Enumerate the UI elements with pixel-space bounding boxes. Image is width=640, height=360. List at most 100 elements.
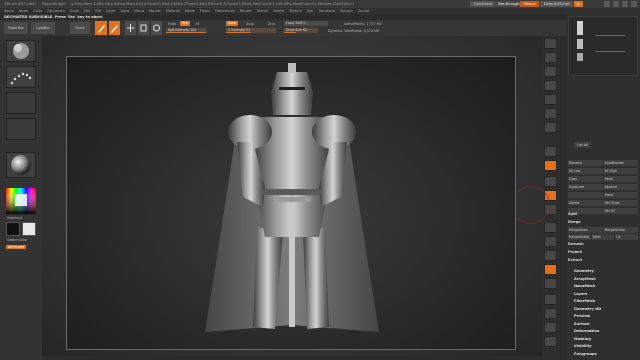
shelf-button-local[interactable] <box>544 160 557 171</box>
scale-button[interactable] <box>138 21 149 35</box>
menu-item-document[interactable]: Document <box>47 9 65 13</box>
uv-button[interactable]: Uv <box>615 234 639 240</box>
subtool-button[interactable]: Delete <box>568 200 603 206</box>
project-header[interactable]: Project <box>568 250 638 254</box>
minimize-icon[interactable] <box>613 1 619 7</box>
merge-header[interactable]: Merge <box>568 220 638 224</box>
subtool-button[interactable] <box>568 192 603 198</box>
shelf-button-lsym[interactable] <box>544 176 557 187</box>
document-viewport[interactable] <box>42 36 542 356</box>
menu-item-zscript[interactable]: Zscript <box>358 9 370 13</box>
tool-section-polygroups[interactable]: Polygroups <box>574 351 640 359</box>
menu-item-light[interactable]: Light <box>120 9 128 13</box>
shelf-button-aahalf[interactable] <box>544 108 557 119</box>
subtool-button[interactable]: Paste <box>603 176 638 182</box>
tool-section-geometry[interactable]: Geometry <box>574 268 640 276</box>
subtool-button[interactable]: Duplicate <box>568 184 603 190</box>
secondary-color-swatch[interactable] <box>22 222 36 236</box>
merge-visible-button[interactable]: MergeVisible <box>568 234 591 240</box>
list-all-button[interactable]: List All <box>574 142 591 148</box>
shelf-button-scale[interactable] <box>544 236 557 247</box>
default-zscript-button[interactable]: DefaultZScript <box>540 1 574 7</box>
menu-item-marker[interactable]: Marker <box>149 9 161 13</box>
focal-shift-slider[interactable]: Focal Shift 0 <box>284 21 328 26</box>
remesh-header[interactable]: Remesh <box>568 242 638 246</box>
menu-item-draw[interactable]: Draw <box>70 9 79 13</box>
subtool-button[interactable]: Copy <box>568 176 603 182</box>
move-button[interactable] <box>125 21 136 35</box>
shelf-button-linefill[interactable] <box>544 264 557 275</box>
draw-button[interactable] <box>109 21 120 35</box>
zadd-toggle[interactable]: Zadd <box>226 21 239 26</box>
subtool-button[interactable]: Append <box>603 184 638 190</box>
menu-item-texture[interactable]: Texture <box>289 9 301 13</box>
alpha-thumbnail[interactable] <box>6 92 36 114</box>
weld-button[interactable]: Weld <box>591 234 615 240</box>
subtool-thumb-3[interactable] <box>577 53 583 61</box>
close-icon[interactable] <box>631 1 637 7</box>
subtool-button[interactable]: Insert <box>603 192 638 198</box>
menu-item-render[interactable]: Render <box>240 9 252 13</box>
menu-item-brush[interactable]: Brush <box>19 9 29 13</box>
menu-item-movie[interactable]: Movie <box>185 9 195 13</box>
shelf-button-move[interactable] <box>544 222 557 233</box>
menu-item-color[interactable]: Color <box>33 9 42 13</box>
lightbox-button[interactable]: LightBox <box>31 22 55 34</box>
subtool-button[interactable]: AutoReorder <box>603 160 638 166</box>
rgb-intensity-slider[interactable]: Rgb Intensity 100 <box>166 28 206 33</box>
subtool-list[interactable] <box>568 16 638 76</box>
shelf-button-rotate[interactable] <box>544 250 557 261</box>
shelf-button-zoom[interactable] <box>544 80 557 91</box>
subtool-button[interactable]: All Low <box>568 168 603 174</box>
stroke-thumbnail[interactable] <box>6 66 36 88</box>
tool-section-arraymesh[interactable]: ArrayMesh <box>574 276 640 284</box>
shelf-button-transp[interactable] <box>544 294 557 305</box>
tool-section-fibermesh[interactable]: FiberMesh <box>574 298 640 306</box>
tool-section-preview[interactable]: Preview <box>574 313 640 321</box>
dynamic-toggle[interactable]: Dynamic <box>328 29 343 33</box>
subtool-button[interactable]: Rename <box>568 160 603 166</box>
menu-item-alpha[interactable]: Alpha <box>4 9 14 13</box>
menu-item-transform[interactable]: Transform <box>318 9 335 13</box>
menu-item-zplugin[interactable]: Zplugin <box>340 9 353 13</box>
switch-color-button[interactable]: SwitchColor <box>7 238 28 242</box>
main-color-swatch[interactable] <box>6 222 20 236</box>
tool-section-geometry-hd[interactable]: Geometry HD <box>574 306 640 314</box>
texture-thumbnail[interactable] <box>6 118 36 140</box>
script-button[interactable]: ► <box>574 1 583 7</box>
menu-item-layer[interactable]: Layer <box>106 9 115 13</box>
menu-item-file[interactable]: File <box>95 9 101 13</box>
tool-section-masking[interactable]: Masking <box>574 336 640 344</box>
edit-button[interactable] <box>95 21 107 35</box>
shelf-button-persp[interactable] <box>544 122 557 133</box>
menu-item-stencil[interactable]: Stencil <box>257 9 268 13</box>
tool-section-layers[interactable]: Layers <box>574 291 640 299</box>
draw-size-slider[interactable]: Draw Size 62 <box>284 28 318 33</box>
menus-button[interactable]: Menus <box>520 1 540 7</box>
menu-item-stroke[interactable]: Stroke <box>273 9 284 13</box>
quicksave-button[interactable]: QuickSave <box>470 1 497 7</box>
projection-master-button[interactable]: Projection Master <box>4 22 28 42</box>
knight-sculpt-model[interactable] <box>67 57 516 350</box>
shelf-button-bpr[interactable] <box>544 38 557 49</box>
help-icon[interactable] <box>604 1 610 7</box>
rotate-button[interactable] <box>151 21 162 35</box>
shelf-button-xpose[interactable] <box>544 336 557 347</box>
tool-section-visibility[interactable]: Visibility <box>574 343 640 351</box>
merge-down-button[interactable]: MergeDown <box>568 227 603 233</box>
menu-item-tool[interactable]: Tool <box>307 9 314 13</box>
shelf-button-floor[interactable] <box>544 146 557 157</box>
tool-section-nanomesh[interactable]: NanoMesh <box>574 283 640 291</box>
mrgb-label[interactable]: Mrgb <box>168 22 176 26</box>
shelf-button-actual[interactable] <box>544 94 557 105</box>
zcut-toggle[interactable]: Zcut <box>268 22 275 26</box>
alternate-button[interactable]: Alternate <box>6 245 27 249</box>
tool-section-deformation[interactable]: Deformation <box>574 328 640 336</box>
extract-header[interactable]: Extract <box>568 258 638 262</box>
maximize-icon[interactable] <box>622 1 628 7</box>
menu-item-preferences[interactable]: Preferences <box>215 9 235 13</box>
subtool-button[interactable]: All High <box>603 168 638 174</box>
split-header[interactable]: Split <box>568 212 638 216</box>
subtool-thumb-2[interactable] <box>577 39 583 49</box>
shelf-button-solo[interactable] <box>544 322 557 333</box>
